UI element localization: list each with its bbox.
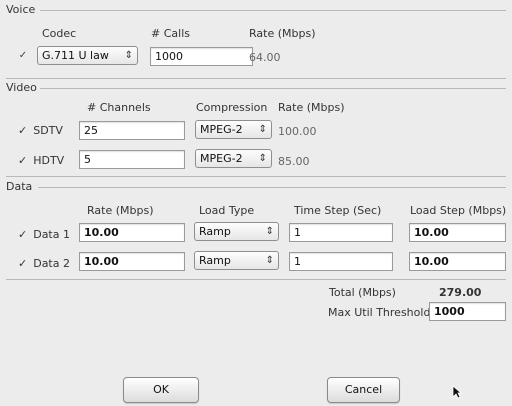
data2-load-step-input[interactable]: 10.00 [409, 252, 506, 271]
hdtv-compression-select[interactable]: MPEG-2 ⇕ [195, 149, 272, 168]
summary-divider [6, 279, 506, 280]
hdtv-rate-value: 85.00 [278, 155, 310, 168]
video-rate-header: Rate (Mbps) [278, 101, 345, 114]
voice-rate-value: 64.00 [249, 51, 281, 64]
ok-button[interactable]: OK [123, 377, 199, 403]
data-divider [38, 187, 506, 188]
voice-codec-value: G.711 U law [42, 49, 109, 62]
data-load-type-header: Load Type [199, 204, 255, 217]
voice-codec-select[interactable]: G.711 U law ⇕ [37, 46, 138, 65]
data2-label: Data 2 [33, 257, 70, 270]
data-rate-header: Rate (Mbps) [87, 204, 154, 217]
threshold-input[interactable]: 1000 [429, 302, 506, 321]
sdtv-compression-select[interactable]: MPEG-2 ⇕ [195, 120, 272, 139]
hdtv-compression-value: MPEG-2 [200, 152, 243, 165]
video-compression-header: Compression [196, 101, 268, 114]
hdtv-checkbox[interactable]: ✓ HDTV [18, 154, 64, 167]
data1-label: Data 1 [33, 228, 70, 241]
select-arrows-icon: ⇕ [265, 226, 274, 237]
data2-checkbox[interactable]: ✓ Data 2 [18, 257, 70, 270]
select-arrows-icon: ⇕ [258, 153, 267, 164]
data1-rate-input[interactable]: 10.00 [79, 223, 185, 242]
select-arrows-icon: ⇕ [265, 255, 274, 266]
sdtv-channels-input[interactable]: 25 [79, 121, 185, 140]
voice-divider [40, 10, 506, 11]
data1-check-mark: ✓ [18, 228, 28, 241]
cancel-button[interactable]: Cancel [327, 377, 400, 403]
data1-load-type-select[interactable]: Ramp ⇕ [194, 222, 279, 241]
sdtv-compression-value: MPEG-2 [200, 123, 243, 136]
total-label: Total (Mbps) [329, 286, 396, 299]
hdtv-label: HDTV [33, 154, 65, 167]
voice-enable-checkbox[interactable]: ✓ [18, 51, 28, 61]
video-section-title: Video [6, 81, 37, 94]
data2-rate-input[interactable]: 10.00 [79, 252, 185, 271]
select-arrows-icon: ⇕ [124, 50, 133, 61]
data2-check-mark: ✓ [18, 257, 28, 270]
data1-load-step-input[interactable]: 10.00 [409, 223, 506, 242]
total-value: 279.00 [439, 286, 482, 299]
data-section-title: Data [6, 180, 33, 193]
video-divider [40, 88, 506, 89]
sdtv-check-mark: ✓ [18, 124, 28, 137]
data1-checkbox[interactable]: ✓ Data 1 [18, 228, 70, 241]
data2-load-type-select[interactable]: Ramp ⇕ [194, 251, 279, 270]
data2-load-type-value: Ramp [199, 254, 231, 267]
video-top-divider [6, 78, 506, 79]
voice-codec-header: Codec [42, 27, 77, 40]
data-load-step-header: Load Step (Mbps) [410, 204, 507, 217]
data1-time-step-input[interactable]: 1 [289, 223, 393, 242]
voice-calls-header: # Calls [151, 27, 190, 40]
voice-section-title: Voice [6, 3, 36, 16]
mouse-pointer-icon [452, 385, 462, 399]
video-channels-header: # Channels [87, 101, 151, 114]
sdtv-label: SDTV [33, 124, 63, 137]
hdtv-check-mark: ✓ [18, 154, 28, 167]
sdtv-rate-value: 100.00 [278, 125, 317, 138]
voice-rate-header: Rate (Mbps) [249, 27, 316, 40]
data-top-divider [6, 176, 506, 177]
select-arrows-icon: ⇕ [258, 124, 267, 135]
voice-calls-input[interactable]: 1000 [150, 47, 253, 66]
hdtv-channels-input[interactable]: 5 [79, 150, 185, 169]
data2-time-step-input[interactable]: 1 [289, 252, 393, 271]
data-time-step-header: Time Step (Sec) [294, 204, 382, 217]
data1-load-type-value: Ramp [199, 225, 231, 238]
threshold-label: Max Util Threshold [328, 306, 431, 319]
sdtv-checkbox[interactable]: ✓ SDTV [18, 124, 63, 137]
